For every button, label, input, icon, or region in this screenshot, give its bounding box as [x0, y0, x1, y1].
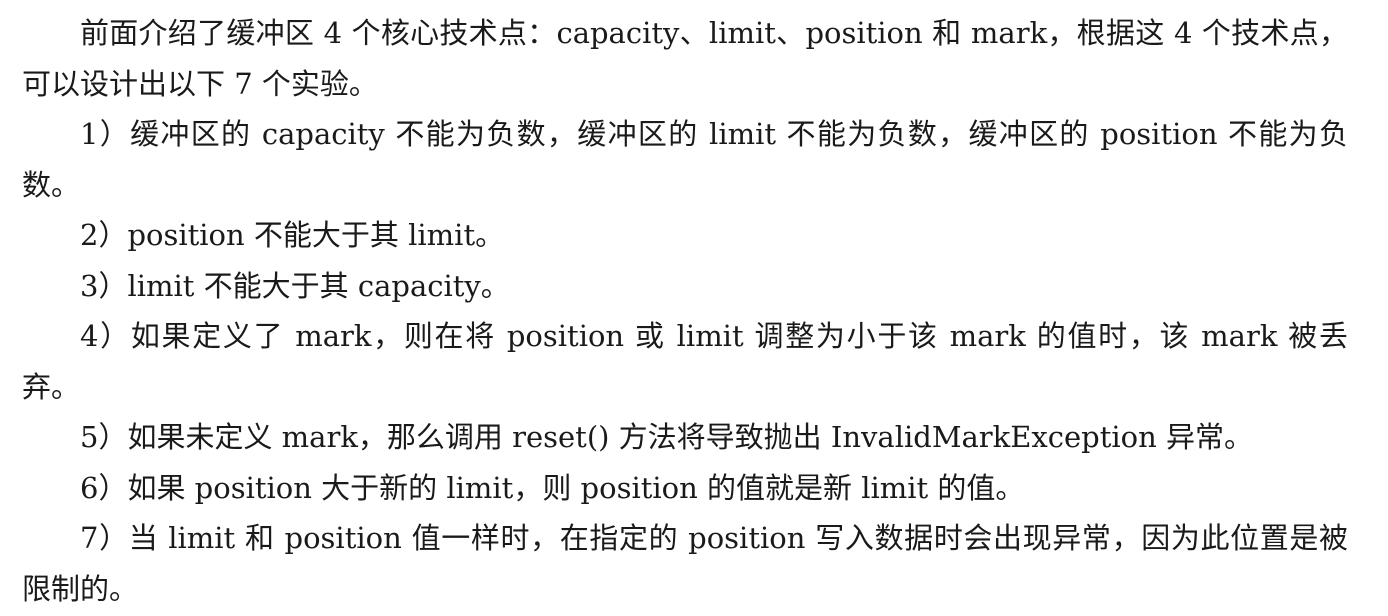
- experiment-item-4: 4）如果定义了 mark，则在将 position 或 limit 调整为小于该…: [22, 319, 1348, 404]
- experiment-item-1: 1）缓冲区的 capacity 不能为负数，缓冲区的 limit 不能为负数，缓…: [22, 117, 1348, 202]
- intro-paragraph: 前面介绍了缓冲区 4 个核心技术点：capacity、limit、positio…: [22, 16, 1348, 101]
- experiment-item-3: 3）limit 不能大于其 capacity。: [80, 268, 510, 303]
- experiment-item-5: 5）如果未定义 mark，那么调用 reset() 方法将导致抛出 Invali…: [80, 420, 1254, 454]
- experiment-item-2: 2）position 不能大于其 limit。: [80, 218, 505, 252]
- experiment-item-7: 7）当 limit 和 position 值一样时，在指定的 position …: [22, 521, 1348, 606]
- document-page: 前面介绍了缓冲区 4 个核心技术点：capacity、limit、positio…: [0, 0, 1388, 616]
- experiment-item-6: 6）如果 position 大于新的 limit，则 position 的值就是…: [80, 470, 1025, 505]
